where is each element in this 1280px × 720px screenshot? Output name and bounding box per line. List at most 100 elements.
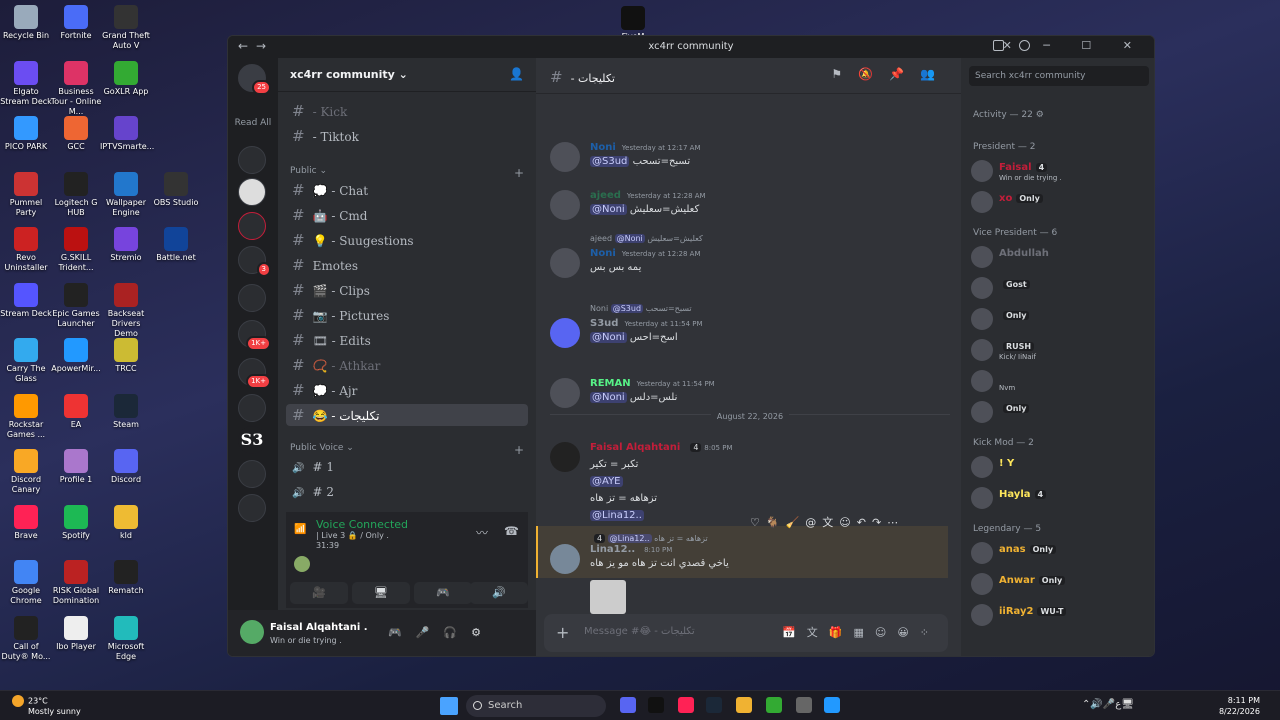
voice-channel[interactable]: 🔊 # 2 [286, 481, 528, 503]
member-item[interactable]: Gost [971, 275, 1149, 301]
desktop-icon[interactable]: Logitech G HUB [50, 171, 102, 218]
desktop-icon[interactable]: Rockstar Games ... [0, 393, 52, 440]
desktop-icon[interactable]: Epic Games Launcher [50, 282, 102, 329]
member-item[interactable]: Only [971, 399, 1149, 425]
desktop-icon[interactable]: Microsoft Edge [100, 615, 152, 662]
taskbar-app7[interactable] [796, 697, 812, 713]
message-avatar[interactable] [550, 248, 580, 278]
message-avatar[interactable] [550, 190, 580, 220]
server-icon-5[interactable] [238, 284, 266, 312]
member-item[interactable]: Abdullah [971, 244, 1149, 270]
taskbar-search[interactable]: Search [466, 695, 606, 717]
user-avatar[interactable] [240, 620, 264, 644]
desktop-icon[interactable]: Call of Duty® Mo... [0, 615, 52, 662]
member-item[interactable]: Hayla 4 [971, 485, 1149, 511]
desktop-icon[interactable]: Stream Deck [0, 282, 52, 319]
channel-item[interactable]: # 📷 - Pictures [286, 304, 528, 326]
server-icon-8[interactable] [238, 394, 266, 422]
channel-item[interactable]: # - Tiktok [286, 125, 528, 147]
message-avatar[interactable] [550, 442, 580, 472]
desktop-icon[interactable]: Discord [100, 449, 152, 485]
activity-header[interactable]: Activity — 22 ⚙ [973, 110, 1044, 120]
desktop-icon[interactable]: Battle.net [150, 227, 202, 263]
desktop-icon[interactable]: Pummel Party [0, 171, 52, 218]
taskbar-discord[interactable] [620, 697, 636, 713]
search-input[interactable]: Search xc4rr community [969, 66, 1149, 86]
desktop-icon[interactable]: Recycle Bin [0, 5, 52, 41]
desktop-icon[interactable]: Carry The Glass [0, 338, 52, 384]
category-public[interactable]: Public ⌄ + [290, 166, 524, 180]
member-item[interactable]: xo Only [971, 189, 1149, 215]
desktop-icon[interactable]: Business Tour - Online M... [50, 60, 102, 117]
channel-item[interactable]: # 💡 - Suugestions [286, 229, 528, 251]
user-controls[interactable]: 🎮🎤🎧⚙ [388, 626, 495, 639]
message-composer[interactable]: + Message #😂 - تكليجات 📅文🎁▦☺😀⁘ [544, 614, 948, 652]
voice-status[interactable]: Voice Connected [316, 518, 408, 531]
author-name[interactable]: REMAN [590, 378, 631, 389]
member-item[interactable]: ! Y [971, 454, 1149, 480]
taskbar-fivem[interactable] [648, 697, 664, 713]
activities-button[interactable]: 🎮 [414, 582, 472, 604]
server-icon-2[interactable] [238, 178, 266, 206]
desktop-icon[interactable]: Wallpaper Engine [100, 171, 152, 218]
desktop-icon[interactable]: ApowerMir... [50, 338, 102, 374]
disconnect-icon[interactable]: ☎ [504, 524, 519, 538]
channel-item[interactable]: # 🎬 - Clips [286, 279, 528, 301]
channel-item[interactable]: # 💭 - Ajr [286, 379, 528, 401]
server-header[interactable]: xc4rr community ⌄ 👤 [278, 58, 536, 92]
invite-icon[interactable]: 👤 [509, 67, 524, 81]
attach-icon[interactable]: + [556, 623, 569, 642]
member-item[interactable]: RUSH Kick/ IiNaif [971, 337, 1149, 363]
soundboard-button[interactable]: 🔊 [470, 582, 528, 604]
reply-preview[interactable]: 4 @Lina12.. تزهاهه = تز هاه [590, 534, 708, 543]
taskbar-goxlr[interactable] [766, 697, 782, 713]
desktop-icon[interactable]: TRCC [100, 338, 152, 374]
category-voice[interactable]: Public Voice ⌄ + [290, 443, 524, 457]
message-avatar[interactable] [550, 142, 580, 172]
desktop-icon[interactable]: IPTVSmarte... [100, 116, 154, 152]
desktop-icon[interactable]: Grand Theft Auto V [100, 5, 152, 51]
voice-channel[interactable]: | Live 3 🔒 / Only . [316, 531, 389, 540]
member-item[interactable]: Nvm [971, 368, 1149, 394]
desktop-icon[interactable]: PICO PARK [0, 116, 52, 152]
author-name[interactable]: Lina12.. [590, 544, 635, 555]
desktop-icon[interactable]: Google Chrome [0, 560, 52, 606]
desktop-icon[interactable]: EA [50, 393, 102, 430]
channel-item[interactable]: # 📿 - Athkar [286, 354, 528, 376]
channel-item[interactable]: # 🎞 - Edits [286, 329, 528, 351]
desktop-icon[interactable]: Backseat Drivers Demo [100, 282, 152, 339]
server-icon-1[interactable] [238, 146, 266, 174]
message-image[interactable] [590, 580, 626, 614]
server-icon-6[interactable]: 1K+ [238, 320, 271, 351]
taskbar-brave[interactable] [678, 697, 694, 713]
voice-channel[interactable]: 🔊 # 1 [286, 456, 528, 478]
server-icon-4[interactable]: 3 [238, 246, 271, 277]
server-icon-11[interactable] [238, 494, 266, 522]
desktop-icon[interactable]: Fortnite [50, 5, 102, 41]
start-button[interactable] [440, 697, 458, 715]
system-tray[interactable]: ⌃🔊🎤ع🖥 [1082, 699, 1134, 710]
channel-item[interactable]: # - Kick [286, 100, 528, 122]
channel-item[interactable]: # 🤖 - Cmd [286, 204, 528, 226]
noise-suppression-icon[interactable]: 〰 [476, 524, 488, 541]
message-avatar[interactable] [550, 378, 580, 408]
window-controls[interactable]: ✕ ─ ☐ ✕ [1003, 39, 1146, 52]
message-avatar[interactable] [550, 544, 580, 574]
home-button[interactable]: 25 [238, 64, 271, 95]
member-item[interactable]: Faisal 4 Win or die trying . [971, 158, 1149, 184]
desktop-icon[interactable]: Discord Canary [0, 449, 52, 495]
channel-item[interactable]: # Emotes [286, 254, 528, 276]
desktop-icon[interactable]: RISK Global Domination [50, 560, 102, 606]
desktop-icon[interactable]: Stremio [100, 227, 152, 263]
screen-share-button[interactable]: 🖥 [352, 582, 410, 604]
server-icon-10[interactable] [238, 460, 266, 488]
author-name[interactable]: Noni [590, 142, 616, 153]
desktop-icon[interactable]: Elgato Stream Deck [0, 60, 52, 107]
reply-preview[interactable]: ajeed @Noni كعليش=سعليش [590, 234, 703, 243]
author-name[interactable]: Noni [590, 248, 616, 259]
desktop-icon[interactable]: Revo Uninstaller [0, 227, 52, 273]
taskbar-app8[interactable] [824, 697, 840, 713]
desktop-icon[interactable]: Spotify [50, 504, 102, 541]
voice-participant-avatar[interactable] [294, 556, 310, 572]
composer-tools[interactable]: 📅文🎁▦☺😀⁘ [782, 624, 940, 640]
